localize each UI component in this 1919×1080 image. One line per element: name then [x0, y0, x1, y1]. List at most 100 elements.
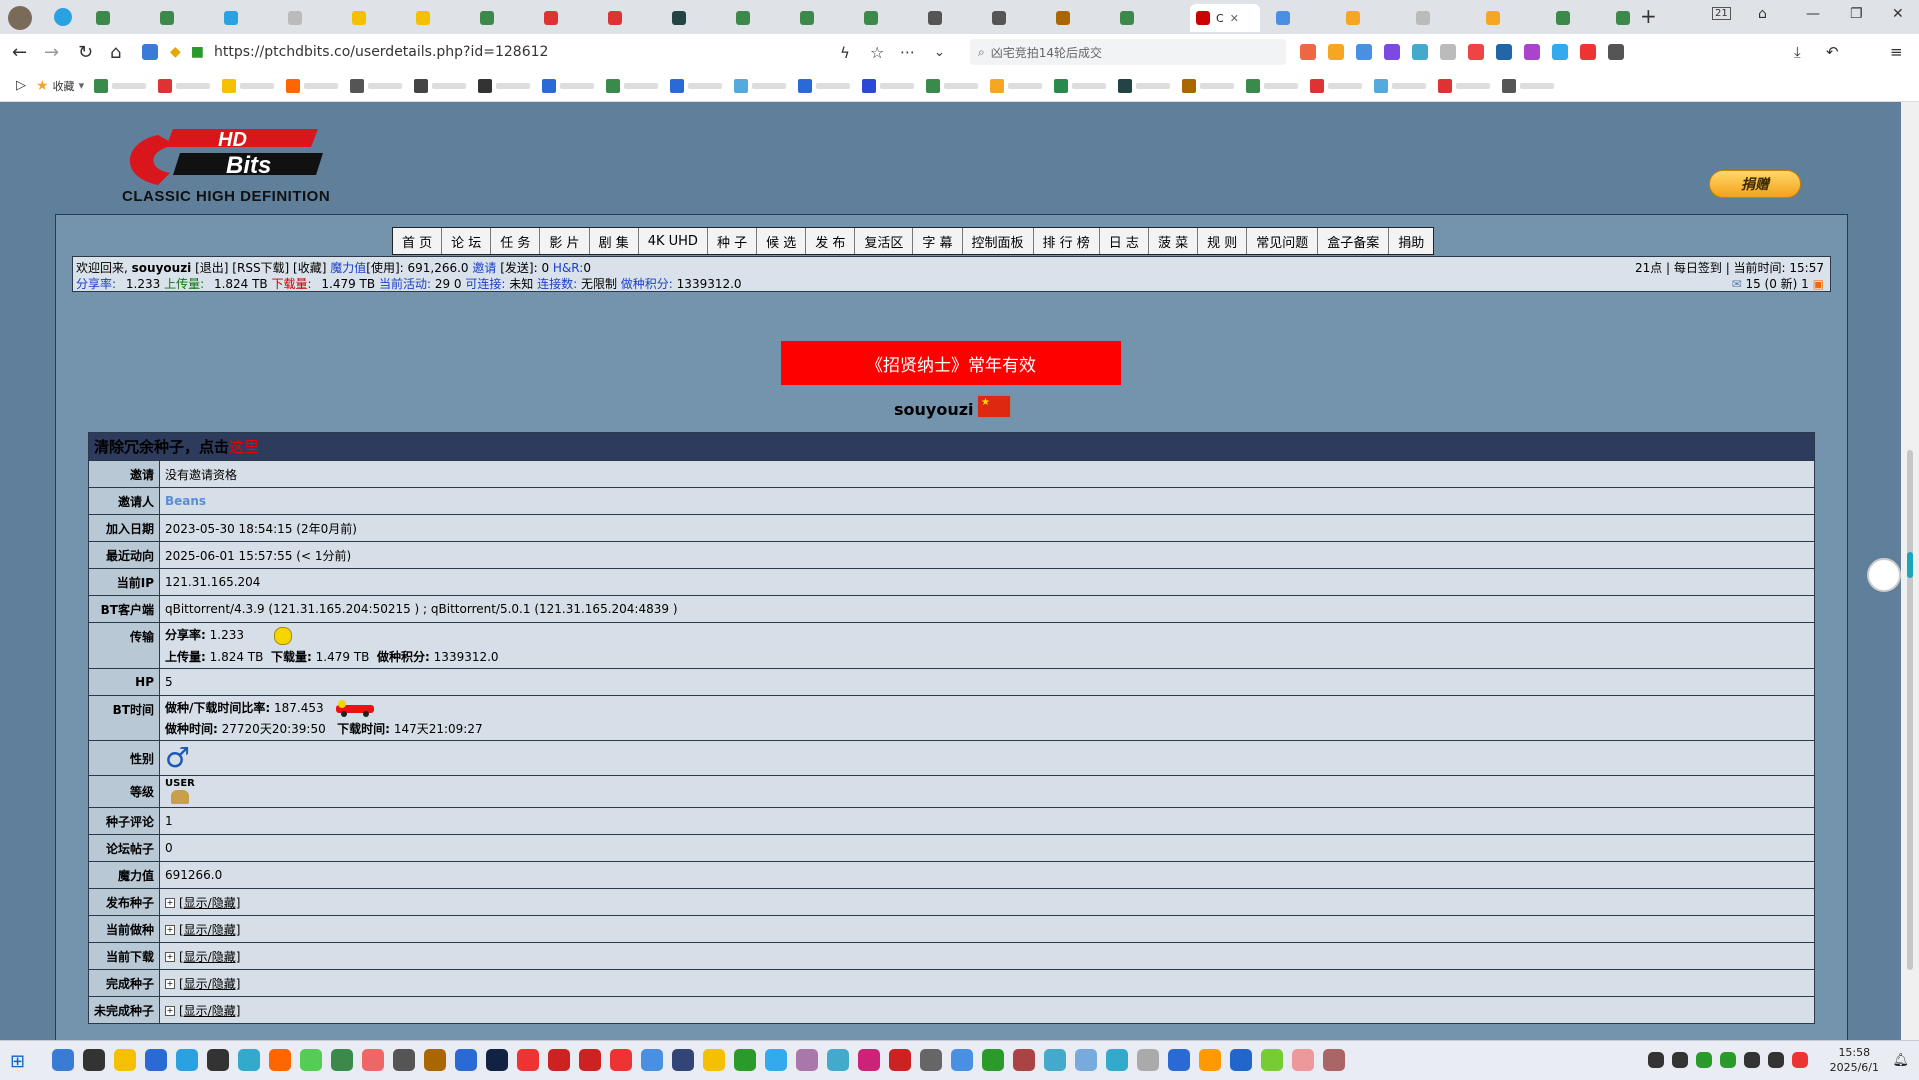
account-links[interactable]: [退出] [RSS下载] [收藏] — [195, 261, 326, 275]
address-bar[interactable]: ◆ ■ https://ptchdbits.co/userdetails.php… — [170, 39, 870, 65]
browser-tab[interactable] — [986, 4, 1050, 32]
taskbar-app-icon[interactable] — [176, 1049, 198, 1071]
bookmark-item[interactable] — [1374, 78, 1427, 93]
browser-tab[interactable] — [1410, 4, 1470, 32]
menu-item[interactable]: 复活区 — [855, 228, 914, 254]
tray-icon[interactable] — [1672, 1052, 1688, 1068]
taskbar-app-icon[interactable] — [982, 1049, 1004, 1071]
browser-tab[interactable] — [1340, 4, 1400, 32]
browser-tab[interactable] — [282, 4, 346, 32]
taskbar-app-icon[interactable] — [1323, 1049, 1345, 1071]
back-icon[interactable]: ← — [12, 42, 27, 63]
browser-tab[interactable] — [538, 4, 602, 32]
taskbar-app-icon[interactable] — [269, 1049, 291, 1071]
bookmark-item[interactable] — [926, 78, 979, 93]
bookmark-item[interactable] — [862, 78, 915, 93]
taskbar-app-icon[interactable] — [734, 1049, 756, 1071]
bookmark-item[interactable] — [990, 78, 1043, 93]
taskbar-app-icon[interactable] — [145, 1049, 167, 1071]
tray-icon[interactable] — [1720, 1052, 1736, 1068]
taskbar-app-icon[interactable] — [610, 1049, 632, 1071]
chevron-down-icon[interactable]: ⌄ — [934, 45, 945, 60]
taskbar-app-icon[interactable] — [52, 1049, 74, 1071]
bookmark-item[interactable] — [158, 78, 211, 93]
taskbar-app-icon[interactable] — [1106, 1049, 1128, 1071]
menu-item[interactable]: 字 幕 — [913, 228, 963, 254]
browser-tab[interactable] — [346, 4, 410, 32]
rss-icon[interactable]: ▣ — [1813, 277, 1824, 291]
menu-item[interactable]: 首 页 — [393, 228, 443, 254]
bookmark-item[interactable] — [414, 78, 467, 93]
bookmark-item[interactable] — [670, 78, 723, 93]
extension-icons[interactable] — [1300, 44, 1624, 60]
home-icon[interactable]: ⌂ — [110, 42, 121, 63]
browser-tab[interactable] — [218, 4, 282, 32]
menu-item[interactable]: 候 选 — [757, 228, 807, 254]
taskbar-app-icon[interactable] — [858, 1049, 880, 1071]
menu-item[interactable]: 任 务 — [491, 228, 541, 254]
taskbar-app-icon[interactable] — [300, 1049, 322, 1071]
taskbar-app-icon[interactable] — [362, 1049, 384, 1071]
bookmark-item[interactable] — [1502, 78, 1555, 93]
taskbar-app-icon[interactable] — [1261, 1049, 1283, 1071]
taskbar-app-icon[interactable] — [672, 1049, 694, 1071]
telegram-icon[interactable] — [54, 8, 72, 26]
scroll-thumb[interactable] — [1907, 450, 1913, 970]
menu-item[interactable]: 论 坛 — [442, 228, 492, 254]
taskbar-app-icon[interactable] — [548, 1049, 570, 1071]
taskbar-app-icon[interactable] — [1137, 1049, 1159, 1071]
restore-icon[interactable]: ❐ — [1850, 6, 1863, 22]
taskbar-app-icon[interactable] — [1230, 1049, 1252, 1071]
browser-tab[interactable] — [410, 4, 474, 32]
taskbar-app-icon[interactable] — [641, 1049, 663, 1071]
show-hide-link[interactable]: [显示/隐藏] — [179, 1004, 240, 1018]
donate-button[interactable]: 捐赠 — [1709, 170, 1801, 198]
menu-item[interactable]: 日 志 — [1099, 228, 1149, 254]
browser-tab[interactable] — [858, 4, 922, 32]
bookmark-item[interactable] — [1310, 78, 1363, 93]
tray-icon[interactable] — [1744, 1052, 1760, 1068]
taskbar-app-icon[interactable] — [83, 1049, 105, 1071]
menu-item[interactable]: 捐助 — [1389, 228, 1434, 254]
menu-item[interactable]: 规 则 — [1198, 228, 1248, 254]
lightning-icon[interactable]: ϟ — [840, 44, 850, 62]
download-icon[interactable]: ⤓ — [1794, 43, 1801, 61]
taskbar-app-icon[interactable] — [1075, 1049, 1097, 1071]
menu-item[interactable]: 4K UHD — [638, 228, 708, 254]
expand-icon[interactable]: + — [165, 898, 175, 908]
active-tab[interactable]: C ✕ — [1190, 4, 1260, 32]
menu-item[interactable]: 排 行 榜 — [1033, 228, 1100, 254]
bonus-link[interactable]: 魔力值 — [330, 261, 366, 275]
browser-tab[interactable] — [1270, 4, 1330, 32]
bookmark-item[interactable] — [1438, 78, 1491, 93]
forward-icon[interactable]: → — [44, 42, 59, 63]
tray-icon[interactable] — [1792, 1052, 1808, 1068]
ai-icon[interactable] — [142, 44, 158, 60]
browser-tab[interactable] — [922, 4, 986, 32]
invite-link[interactable]: 邀请 — [472, 261, 496, 275]
reload-icon[interactable]: ↻ — [78, 42, 93, 63]
taskbar-app-icon[interactable] — [703, 1049, 725, 1071]
bookmark-item[interactable] — [734, 78, 787, 93]
tray-icon[interactable] — [1696, 1052, 1712, 1068]
cleanup-link[interactable]: 这里 — [229, 438, 259, 456]
bookmark-item[interactable] — [286, 78, 339, 93]
bookmark-item[interactable] — [798, 78, 851, 93]
browser-tab[interactable] — [474, 4, 538, 32]
expand-icon[interactable]: + — [165, 952, 175, 962]
bookmark-item[interactable] — [1246, 78, 1299, 93]
bookmark-item[interactable] — [478, 78, 531, 93]
bookmark-item[interactable] — [606, 78, 659, 93]
taskbar-app-icon[interactable] — [207, 1049, 229, 1071]
expand-icon[interactable]: + — [165, 925, 175, 935]
profile-avatar[interactable] — [8, 6, 32, 30]
taskbar-app-icon[interactable] — [1199, 1049, 1221, 1071]
browser-tab[interactable] — [1114, 4, 1178, 32]
taskbar-app-icon[interactable] — [827, 1049, 849, 1071]
bookmark-item[interactable] — [94, 78, 147, 93]
menu-item[interactable]: 菠 菜 — [1148, 228, 1199, 254]
row-value[interactable]: Beans — [165, 494, 206, 508]
show-hide-link[interactable]: [显示/隐藏] — [179, 950, 240, 964]
bookmark-item[interactable] — [350, 78, 403, 93]
taskbar-app-icon[interactable] — [455, 1049, 477, 1071]
